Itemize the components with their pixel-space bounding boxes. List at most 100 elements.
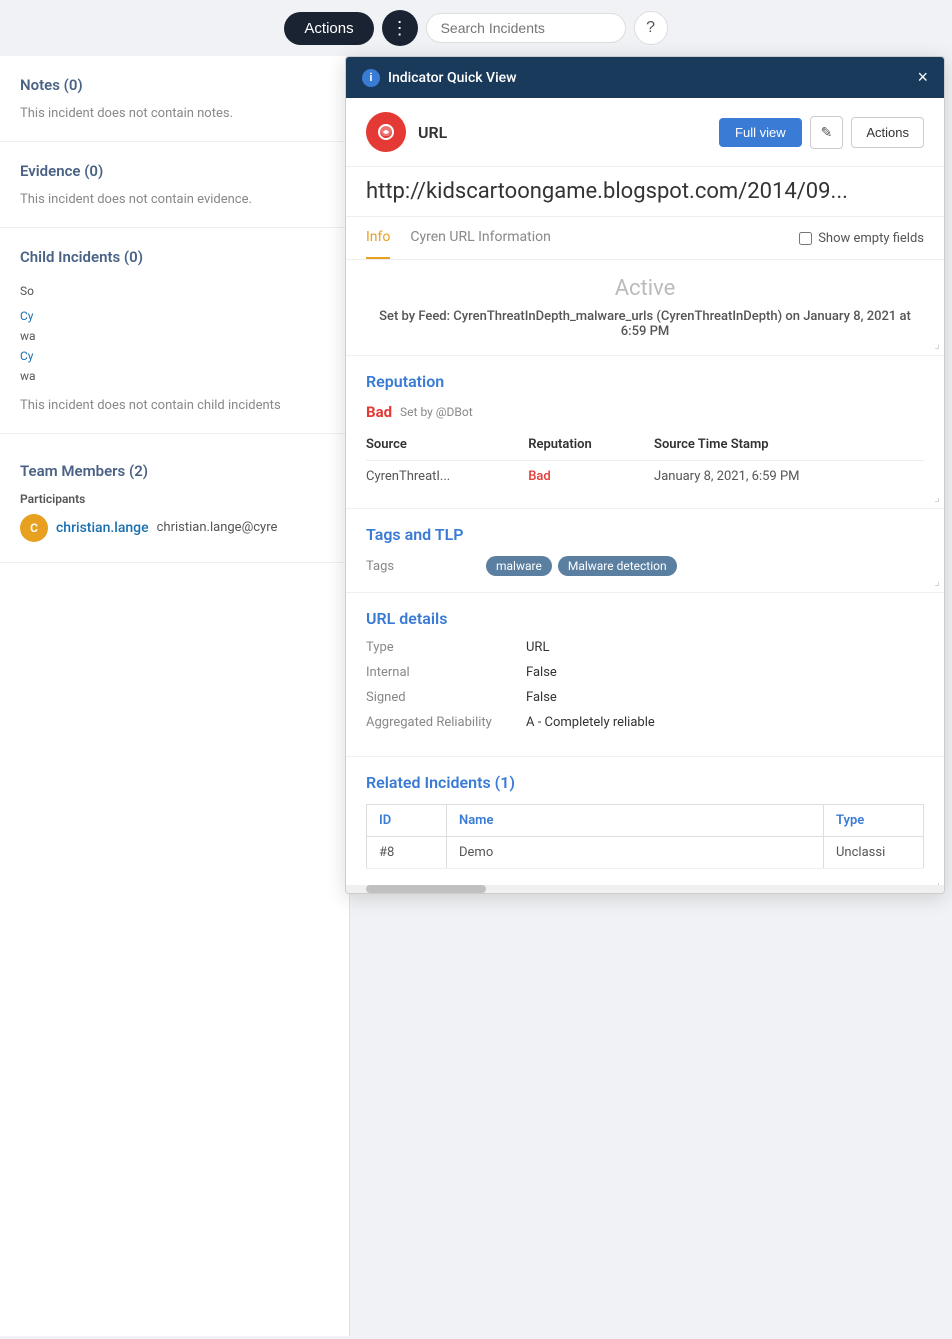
qv-title-bar: URL Full view ✎ Actions xyxy=(346,98,944,167)
resize-handle: ⌟ xyxy=(934,337,940,351)
url-detail-reliability: Aggregated Reliability A - Completely re… xyxy=(366,715,924,730)
rep-ts-cell: January 8, 2021, 6:59 PM xyxy=(654,461,924,493)
rep-source-cell: CyrenThreatI... xyxy=(366,461,528,493)
table-row: #8 Demo Unclassi xyxy=(367,837,924,869)
participant-email: christian.lange@cyre xyxy=(157,520,278,535)
participant-name: christian.lange xyxy=(56,520,149,536)
search-input[interactable] xyxy=(441,20,611,36)
show-empty-fields: Show empty fields xyxy=(799,231,924,246)
status-setby-text: Set by Feed: CyrenThreatInDepth_malware_… xyxy=(366,309,924,339)
quick-view-panel: i Indicator Quick View × URL Full view ✎… xyxy=(345,56,945,894)
url-detail-label-signed: Signed xyxy=(366,690,526,705)
rep-col-rep: Reputation xyxy=(528,433,654,461)
reputation-bad: Bad Set by @DBot xyxy=(366,403,924,421)
full-view-button[interactable]: Full view xyxy=(719,118,802,147)
url-icon xyxy=(366,112,406,152)
resize-handle: ⌟ xyxy=(934,490,940,504)
qv-title-actions: Full view ✎ Actions xyxy=(719,116,924,149)
status-active-label: Active xyxy=(366,276,924,301)
list-item: wa xyxy=(20,326,329,346)
related-col-type: Type xyxy=(824,805,924,837)
show-empty-checkbox[interactable] xyxy=(799,232,812,245)
tab-cyren-url[interactable]: Cyren URL Information xyxy=(410,217,550,259)
tag-malware[interactable]: malware xyxy=(486,556,552,576)
show-empty-label: Show empty fields xyxy=(818,231,924,246)
status-section: Active Set by Feed: CyrenThreatInDepth_m… xyxy=(346,260,944,356)
avatar: C xyxy=(20,514,48,542)
url-details-section: URL details Type URL Internal False Sign… xyxy=(346,593,944,757)
close-button[interactable]: × xyxy=(917,67,928,88)
url-detail-value-type: URL xyxy=(526,640,549,655)
tags-label: Tags xyxy=(366,559,486,574)
evidence-title: Evidence (0) xyxy=(20,162,329,180)
child-incidents-empty: This incident does not contain child inc… xyxy=(20,398,329,413)
notes-section: Notes (0) This incident does not contain… xyxy=(0,56,349,142)
three-dots-button[interactable]: ⋮ xyxy=(382,10,418,46)
tags-title: Tags and TLP xyxy=(366,525,924,544)
url-detail-value-reliability: A - Completely reliable xyxy=(526,715,655,730)
url-type-label: URL xyxy=(418,123,447,142)
main-layout: Notes (0) This incident does not contain… xyxy=(0,56,952,1336)
rep-col-ts: Source Time Stamp xyxy=(654,433,924,461)
participant-row: C christian.lange christian.lange@cyre xyxy=(20,514,329,542)
url-detail-label-internal: Internal xyxy=(366,665,526,680)
list-item: Cy xyxy=(20,346,329,366)
qv-body: Active Set by Feed: CyrenThreatInDepth_m… xyxy=(346,260,944,893)
child-incidents-title: Child Incidents (0) xyxy=(20,248,329,266)
edit-button[interactable]: ✎ xyxy=(810,116,844,149)
related-col-id: ID xyxy=(367,805,447,837)
rep-col-source: Source xyxy=(366,433,528,461)
tab-info[interactable]: Info xyxy=(366,217,390,259)
notes-empty: This incident does not contain notes. xyxy=(20,106,329,121)
participants-label: Participants xyxy=(20,492,329,506)
evidence-section: Evidence (0) This incident does not cont… xyxy=(0,142,349,228)
url-detail-signed: Signed False xyxy=(366,690,924,705)
tags-section: Tags and TLP Tags malware Malware detect… xyxy=(346,509,944,593)
notes-title: Notes (0) xyxy=(20,76,329,94)
qv-tabs: Info Cyren URL Information Show empty fi… xyxy=(346,217,944,260)
resize-handle: ⌟ xyxy=(934,574,940,588)
top-bar: Actions ⋮ ? xyxy=(0,0,952,56)
left-panel: Notes (0) This incident does not contain… xyxy=(0,56,350,1336)
related-incidents-title: Related Incidents (1) xyxy=(366,773,924,792)
scroll-thumb[interactable] xyxy=(366,885,486,893)
bad-label: Bad xyxy=(366,403,392,421)
evidence-empty: This incident does not contain evidence. xyxy=(20,192,329,207)
related-col-name: Name xyxy=(447,805,824,837)
reputation-title: Reputation xyxy=(366,372,924,391)
qv-url: http://kidscartoongame.blogspot.com/2014… xyxy=(346,167,944,217)
rep-reputation-cell: Bad xyxy=(528,461,654,493)
help-button[interactable]: ? xyxy=(634,11,668,45)
team-members-title: Team Members (2) xyxy=(20,462,329,480)
url-detail-label-reliability: Aggregated Reliability xyxy=(366,715,526,730)
url-detail-type: Type URL xyxy=(366,640,924,655)
url-detail-internal: Internal False xyxy=(366,665,924,680)
related-incidents-table: ID Name Type #8 Demo Unclassi xyxy=(366,804,924,869)
url-detail-value-internal: False xyxy=(526,665,557,680)
list-item: So xyxy=(20,278,329,306)
table-row: CyrenThreatI... Bad January 8, 2021, 6:5… xyxy=(366,461,924,493)
reputation-table: Source Reputation Source Time Stamp Cyre… xyxy=(366,433,924,492)
related-type-cell: Unclassi xyxy=(824,837,924,869)
url-detail-label-type: Type xyxy=(366,640,526,655)
set-by-label: Set by @DBot xyxy=(400,405,473,419)
related-id-cell: #8 xyxy=(367,837,447,869)
info-icon: i xyxy=(362,69,380,87)
scroll-track xyxy=(346,885,944,893)
side-list: So Cy wa Cy wa xyxy=(20,278,329,386)
tag-malware-detection[interactable]: Malware detection xyxy=(558,556,677,576)
url-detail-value-signed: False xyxy=(526,690,557,705)
list-item: Cy xyxy=(20,306,329,326)
team-members-section: Team Members (2) Participants C christia… xyxy=(0,442,349,563)
qv-header-left: i Indicator Quick View xyxy=(362,69,517,87)
child-incidents-section: Child Incidents (0) So Cy wa Cy wa This … xyxy=(0,228,349,434)
qv-header: i Indicator Quick View × xyxy=(346,57,944,98)
related-name-cell: Demo xyxy=(447,837,824,869)
related-incidents-section: Related Incidents (1) ID Name Type #8 De… xyxy=(346,757,944,885)
reputation-section: Reputation Bad Set by @DBot Source Reput… xyxy=(346,356,944,509)
list-item: wa xyxy=(20,366,329,386)
qv-header-title: Indicator Quick View xyxy=(388,70,517,86)
actions-button[interactable]: Actions xyxy=(284,12,373,45)
qv-actions-button[interactable]: Actions xyxy=(851,117,924,148)
search-bar xyxy=(426,13,626,43)
